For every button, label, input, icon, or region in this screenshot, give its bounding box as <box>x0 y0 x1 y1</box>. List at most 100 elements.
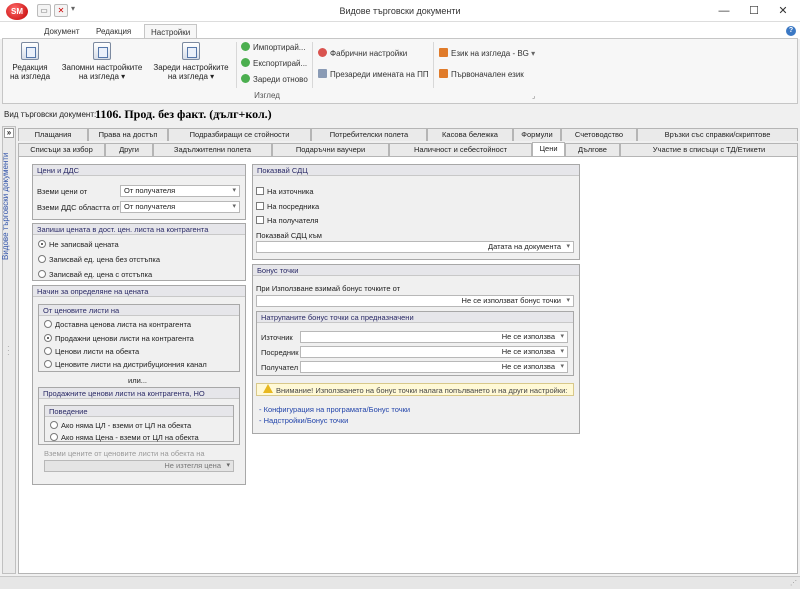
tab-default-values[interactable]: Подразбиращи се стойности <box>168 128 311 141</box>
checkbox-icon <box>256 216 264 224</box>
bonus-intermediary-label: Посредник <box>261 348 299 357</box>
doc-type-label: Вид търговски документ: <box>4 110 97 119</box>
bonus-config-link[interactable]: - Конфигурация на програмата/Бонус точки <box>259 405 410 414</box>
tab-report-links[interactable]: Връзки със справки/скриптове <box>637 128 798 141</box>
ribbon-separator <box>312 42 313 88</box>
radio-icon <box>38 255 46 263</box>
bonus-source-select[interactable]: Не се използва <box>300 331 568 343</box>
export-button[interactable]: Експортирай... <box>241 58 307 70</box>
reload-names-icon <box>318 69 327 78</box>
ribbon-separator <box>236 42 237 88</box>
save-view-settings-button[interactable]: Запомни настройките на изгледа ▾ <box>58 42 146 81</box>
or-label: или... <box>128 376 148 385</box>
sdc-to-label: Показвай СДЦ към <box>256 231 322 240</box>
bonus-intermediary-select[interactable]: Не се използва <box>300 346 568 358</box>
sdc-check-recipient[interactable]: На получателя <box>256 216 319 225</box>
resize-grip-icon[interactable]: ⋰ <box>790 579 797 587</box>
bonus-use-select[interactable]: Не се използват бонус точки <box>256 295 574 307</box>
object-prices-label: Вземи цените от ценовите листи на обекта… <box>44 449 205 458</box>
original-language-label: Първоначален език <box>451 70 524 79</box>
tab-list-participation[interactable]: Участие в списъци с ТД/Етикети <box>620 143 798 156</box>
close-window-icon[interactable]: ✕ <box>773 3 793 19</box>
sidebar-label[interactable]: Видове търговски документи <box>1 150 13 260</box>
tab-accounting[interactable]: Счетоводство <box>561 128 637 141</box>
original-language-button[interactable]: Първоначален език <box>439 69 524 81</box>
original-language-icon <box>439 69 448 78</box>
tab-formulas[interactable]: Формули <box>513 128 561 141</box>
help-icon[interactable]: ? <box>786 26 796 36</box>
view-language-button[interactable]: Език на изгледа - BG ▾ <box>439 48 535 60</box>
sdc-check-source-label: На източника <box>267 187 314 196</box>
ribbon-tab-settings[interactable]: Настройки <box>144 24 198 39</box>
import-label: Импортирай... <box>253 43 306 52</box>
bonus-settings-link[interactable]: - Надстройки/Бонус точки <box>259 416 348 425</box>
method-option-sales[interactable]: Продажни ценови листи на контрагента <box>44 334 194 343</box>
load-view-settings-button[interactable]: Зареди настройките на изгледа ▾ <box>150 42 232 81</box>
reload-names-button[interactable]: Презареди имената на ПП <box>318 69 429 81</box>
ribbon-tab-edit[interactable]: Редакция <box>90 24 137 39</box>
expand-sidebar-icon[interactable]: » <box>4 128 14 138</box>
object-prices-select[interactable]: Не изтегля цена <box>44 460 234 472</box>
behaviour-option-no-list[interactable]: Ако няма ЦЛ - вземи от ЦЛ на обекта <box>50 421 191 430</box>
maximize-icon[interactable]: ☐ <box>744 3 764 19</box>
tab-other[interactable]: Други <box>105 143 153 156</box>
bonus-recipient-select[interactable]: Не се използва <box>300 361 568 373</box>
method-option-channel[interactable]: Ценовите листи на дистрибуционния канал <box>44 360 207 369</box>
sdc-check-source[interactable]: На източника <box>256 187 314 196</box>
export-icon <box>241 58 250 67</box>
group-expand-icon[interactable]: ⌟ <box>532 92 535 100</box>
ribbon-group-name: Изглед <box>254 91 280 100</box>
method-option-object[interactable]: Ценови листи на обекта <box>44 347 139 356</box>
edit-view-button[interactable]: Редакция на изгледа <box>8 42 52 81</box>
save-price-option-no-discount[interactable]: Записвай ед. цена без отстъпка <box>38 255 160 264</box>
import-button[interactable]: Импортирай... <box>241 42 305 54</box>
save-price-option-discount[interactable]: Записвай ед. цена с отстъпка <box>38 270 152 279</box>
price-method-header: Начин за определяне на цената <box>33 286 245 297</box>
method-option-sales-label: Продажни ценови листи на контрагента <box>55 334 194 343</box>
tab-prices[interactable]: Цени <box>532 142 565 156</box>
window-title: Видове търговски документи <box>339 6 461 16</box>
tab-required-fields[interactable]: Задължителни полета <box>153 143 272 156</box>
save-price-option-none[interactable]: Не записвай цената <box>38 240 119 249</box>
factory-settings-label: Фабрични настройки <box>330 49 408 58</box>
behaviour-option-no-list-label: Ако няма ЦЛ - вземи от ЦЛ на обекта <box>61 421 192 430</box>
method-option-supplier[interactable]: Доставна ценова листа на контрагента <box>44 320 191 329</box>
radio-icon <box>44 320 52 328</box>
sdc-check-recipient-label: На получателя <box>267 216 319 225</box>
tab-select-lists[interactable]: Списъци за избор <box>18 143 105 156</box>
save-price-option-none-label: Не записвай цената <box>49 240 119 249</box>
tab-gift-vouchers[interactable]: Подаръчни ваучери <box>272 143 389 156</box>
radio-icon <box>38 240 46 248</box>
tab-debts[interactable]: Дългове <box>565 143 620 156</box>
doc-type-value: 1106. Прод. без факт. (дълг+кол.) <box>95 107 272 121</box>
tab-payments[interactable]: Плащания <box>18 128 88 141</box>
method-option-supplier-label: Доставна ценова листа на контрагента <box>55 320 192 329</box>
tab-stock-cost[interactable]: Наличност и себестойност <box>389 143 532 156</box>
import-icon <box>241 42 250 51</box>
bonus-warning-text: Внимание! Използването на бонус точки на… <box>276 386 568 395</box>
tab-user-fields[interactable]: Потребителски полета <box>311 128 427 141</box>
tab-cash-receipt[interactable]: Касова бележка <box>427 128 513 141</box>
edit-view-icon <box>21 42 39 60</box>
minimize-icon[interactable]: — <box>714 3 734 19</box>
load-view-settings-label: Зареди настройките на изгледа ▾ <box>153 63 229 81</box>
factory-settings-button[interactable]: Фабрични настройки <box>318 48 407 60</box>
radio-icon <box>50 421 58 429</box>
splitter-grip-icon[interactable]: · · · <box>7 343 10 359</box>
tab-access-rights[interactable]: Права на достъп <box>88 128 168 141</box>
sales-lists-header: Продажните ценови листи на контрагента, … <box>39 388 239 399</box>
take-vat-select[interactable]: От получателя <box>120 201 240 213</box>
reload-button[interactable]: Зареди отново <box>241 74 308 86</box>
sdc-to-select[interactable]: Датата на документа <box>256 241 574 253</box>
bonus-recipient-label: Получател <box>261 363 299 372</box>
sdc-check-intermediary[interactable]: На посредника <box>256 202 319 211</box>
take-prices-select[interactable]: От получателя <box>120 185 240 197</box>
ribbon-tab-document[interactable]: Документ <box>38 24 86 39</box>
behaviour-option-no-price[interactable]: Ако няма Цена - вземи от ЦЛ на обекта <box>50 433 199 442</box>
ribbon-separator <box>433 42 434 88</box>
take-vat-label: Вземи ДДС областта от <box>37 203 120 212</box>
warning-icon <box>263 384 273 393</box>
sdc-check-intermediary-label: На посредника <box>267 202 320 211</box>
reload-icon <box>241 74 250 83</box>
save-price-option-discount-label: Записвай ед. цена с отстъпка <box>49 270 153 279</box>
